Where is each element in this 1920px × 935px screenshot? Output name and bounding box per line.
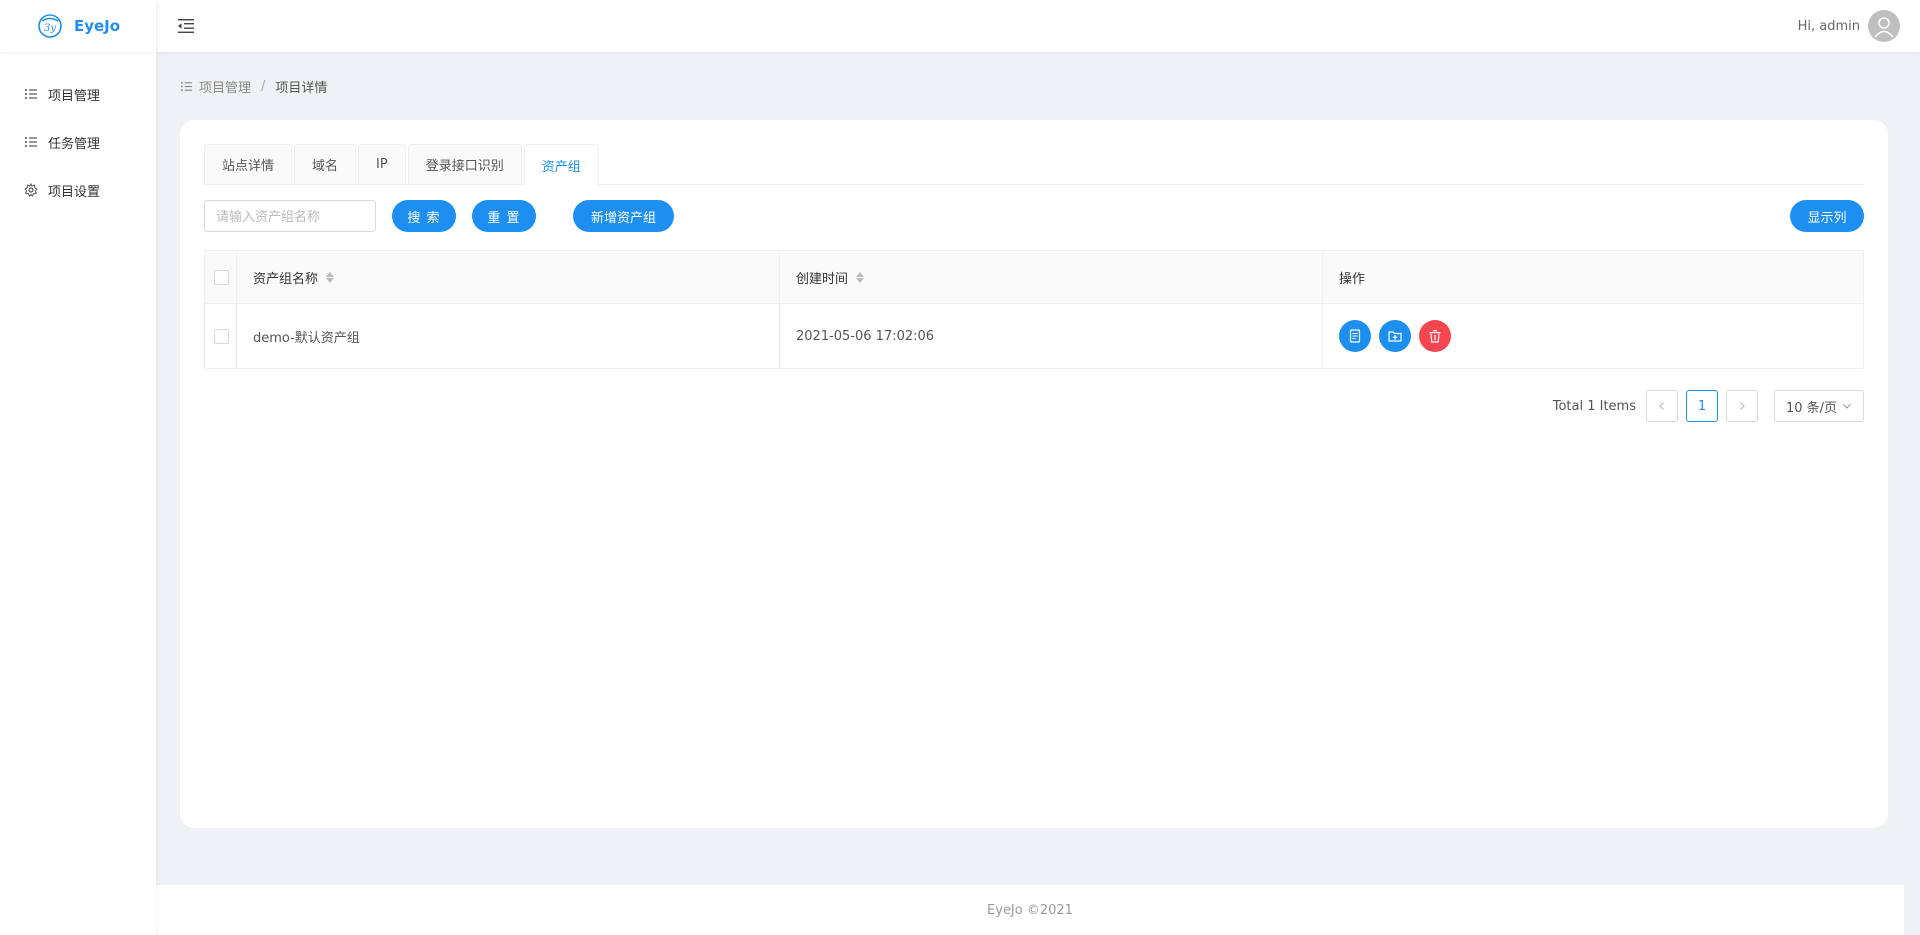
- pagination-total: Total 1 Items: [1552, 398, 1636, 414]
- pagination: Total 1 Items 1 10 条/页: [1553, 390, 1864, 422]
- chevron-down-icon: [1843, 404, 1851, 409]
- next-page-button[interactable]: [1726, 390, 1758, 422]
- menu-fold-icon: [178, 19, 194, 33]
- tab-site-details[interactable]: 站点详情: [204, 144, 293, 184]
- tab-domain[interactable]: 域名: [294, 144, 357, 184]
- page-size-select[interactable]: 10 条/页: [1774, 390, 1864, 422]
- column-header-label: 操作: [1339, 271, 1366, 287]
- table-row: demo-默认资产组 2021-05-06 17:02:06: [205, 304, 1863, 368]
- app-name: EyeJo: [73, 17, 121, 35]
- sidebar-item-label: 项目管理: [48, 88, 101, 104]
- column-header-name[interactable]: 资产组名称: [237, 251, 780, 303]
- footer-copyright: EyeJo ©2021: [987, 902, 1073, 918]
- sidebar: 3y EyeJo 项目管理 任务管理 项目设置: [0, 0, 156, 935]
- show-columns-button[interactable]: 显示列: [1790, 200, 1864, 232]
- search-button[interactable]: 搜 索: [392, 200, 456, 232]
- breadcrumb-separator: /: [261, 79, 266, 94]
- gear-icon: [24, 183, 38, 197]
- column-header-label: 创建时间: [796, 271, 849, 287]
- sidebar-item-project-settings[interactable]: 项目设置: [0, 166, 156, 214]
- select-all-checkbox[interactable]: [214, 269, 229, 285]
- page-scrollbar[interactable]: [1904, 52, 1920, 935]
- add-asset-group-button[interactable]: 新增资产组: [573, 200, 674, 232]
- detail-tabs: 站点详情 域名 IP 登录接口识别 资产组: [204, 144, 1864, 185]
- sidebar-item-label: 项目设置: [48, 184, 101, 200]
- sidebar-menu: 项目管理 任务管理 项目设置: [0, 70, 156, 214]
- user-greeting: Hi, admin: [1797, 18, 1860, 34]
- cell-asset-group-name: demo-默认资产组: [237, 304, 780, 368]
- header-checkbox-cell: [205, 251, 237, 303]
- asset-group-table: 资产组名称 创建时间 操作 demo-默认资产组 2021-05-06 17:0…: [204, 250, 1864, 369]
- asset-group-search-input[interactable]: [204, 200, 376, 232]
- prev-page-button[interactable]: [1646, 390, 1678, 422]
- cell-actions: [1323, 304, 1863, 368]
- user-menu[interactable]: Hi, admin: [1798, 10, 1900, 42]
- sidebar-item-label: 任务管理: [48, 136, 101, 152]
- sort-icon[interactable]: [856, 271, 865, 283]
- breadcrumb-current: 项目详情: [275, 81, 328, 96]
- toolbar: 搜 索 重 置 新增资产组 显示列: [204, 200, 1864, 232]
- detail-card: 站点详情 域名 IP 登录接口识别 资产组 搜 索 重 置 新增资产组 显示列: [180, 120, 1888, 828]
- page-size-value: 10 条/页: [1786, 400, 1838, 416]
- trash-icon: [1429, 330, 1441, 343]
- column-header-actions: 操作: [1323, 251, 1863, 303]
- svg-text:3y: 3y: [44, 23, 56, 34]
- page-number-button[interactable]: 1: [1686, 390, 1718, 422]
- eyejo-logo-icon: 3y: [38, 14, 62, 38]
- list-icon: [25, 137, 37, 147]
- row-checkbox[interactable]: [214, 328, 229, 344]
- sort-icon[interactable]: [326, 271, 335, 283]
- delete-button[interactable]: [1419, 320, 1451, 352]
- document-icon: [1349, 329, 1361, 343]
- avatar[interactable]: [1868, 10, 1900, 42]
- reset-button[interactable]: 重 置: [472, 200, 536, 232]
- logo[interactable]: 3y EyeJo: [0, 0, 156, 52]
- tab-login-interface[interactable]: 登录接口识别: [407, 144, 522, 184]
- chevron-right-icon: [1740, 402, 1745, 410]
- column-header-label: 资产组名称: [253, 271, 319, 287]
- list-icon: [25, 89, 37, 99]
- manage-assets-button[interactable]: [1379, 320, 1411, 352]
- tab-asset-group[interactable]: 资产组: [523, 144, 599, 185]
- chevron-left-icon: [1659, 402, 1664, 410]
- main-content: 项目管理 / 项目详情 站点详情 域名 IP 登录接口识别 资产组 搜 索 重 …: [156, 52, 1904, 935]
- list-icon: [180, 81, 193, 92]
- folder-add-icon: [1388, 331, 1402, 342]
- column-header-created[interactable]: 创建时间: [780, 251, 1323, 303]
- sidebar-item-task-management[interactable]: 任务管理: [0, 118, 156, 166]
- app-root: 3y EyeJo 项目管理 任务管理 项目设置 Hi, admin 项目管理 /…: [0, 0, 1920, 935]
- menu-fold-button[interactable]: [172, 12, 200, 40]
- table-header: 资产组名称 创建时间 操作: [205, 251, 1863, 304]
- row-checkbox-cell: [205, 304, 237, 368]
- breadcrumb: 项目管理 / 项目详情: [180, 77, 327, 96]
- cell-created-time: 2021-05-06 17:02:06: [780, 304, 1323, 368]
- breadcrumb-parent-link[interactable]: 项目管理: [199, 77, 251, 96]
- top-header: Hi, admin: [156, 0, 1920, 52]
- view-details-button[interactable]: [1339, 320, 1371, 352]
- sidebar-item-project-management[interactable]: 项目管理: [0, 70, 156, 118]
- footer: EyeJo ©2021: [156, 885, 1904, 935]
- tab-ip[interactable]: IP: [358, 144, 406, 184]
- user-icon: [1874, 17, 1894, 38]
